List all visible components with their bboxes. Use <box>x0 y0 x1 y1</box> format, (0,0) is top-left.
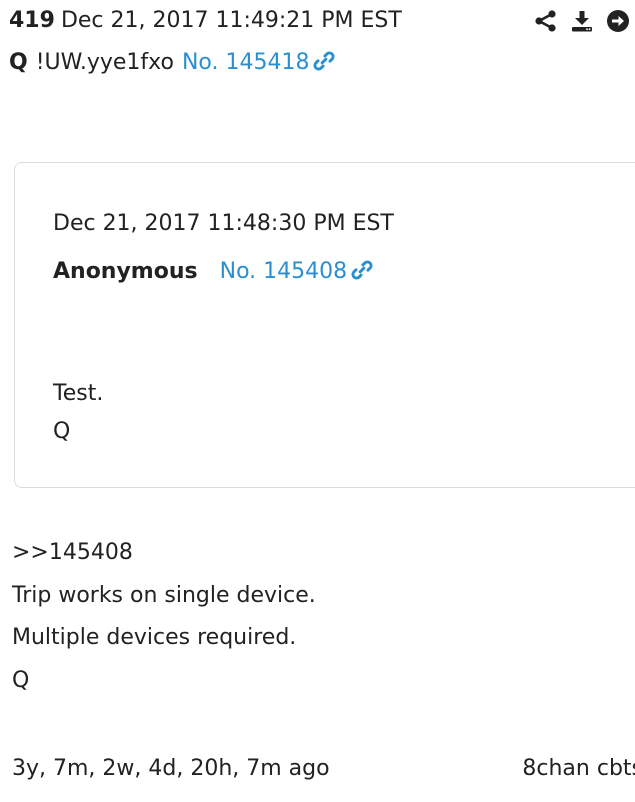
post-card: 419 Dec 21, 2017 11:49:21 PM EST Q !UW.y… <box>0 0 635 802</box>
download-icon[interactable] <box>569 8 595 34</box>
arrow-right-circle-icon[interactable] <box>605 8 631 34</box>
quoted-post-link[interactable]: No. 145408 <box>220 259 374 284</box>
post-source: 8chan cbts <box>522 756 635 781</box>
reply-reference[interactable]: >>145408 <box>12 532 316 575</box>
post-number-link[interactable]: No. 145418 <box>182 50 336 75</box>
quoted-post: Dec 21, 2017 11:48:30 PM EST Anonymous No… <box>14 162 635 488</box>
quoted-body-line: Test. <box>53 381 104 406</box>
quoted-body-line: Q <box>53 419 71 444</box>
share-icon[interactable] <box>533 8 559 34</box>
post-header: 419 Dec 21, 2017 11:49:21 PM EST <box>9 6 402 36</box>
post-elapsed-time: 3y, 7m, 2w, 4d, 20h, 7m ago <box>12 756 330 781</box>
body-line: Q <box>12 667 30 693</box>
post-author-row: Q !UW.yye1fxo No. 145418 <box>9 48 335 81</box>
tripcode: !UW.yye1fxo <box>35 50 174 75</box>
quoted-post-author: Anonymous <box>53 259 198 284</box>
quoted-post-author-row: Anonymous No. 145408 <box>53 257 373 290</box>
link-icon <box>313 50 335 81</box>
post-body: >>145408 Trip works on single device. Mu… <box>12 532 316 702</box>
post-date: Dec 21, 2017 11:49:21 PM EST <box>60 8 402 33</box>
quoted-post-body: Test. Q <box>53 375 103 451</box>
quoted-post-link-text: No. 145408 <box>219 259 348 284</box>
link-icon <box>351 259 373 290</box>
body-line: Trip works on single device. <box>12 582 316 608</box>
quoted-post-date: Dec 21, 2017 11:48:30 PM EST <box>53 211 394 236</box>
author-name: Q <box>9 50 28 75</box>
body-line: Multiple devices required. <box>12 625 297 650</box>
post-actions <box>533 8 631 34</box>
post-number-link-text: No. 145418 <box>181 50 310 75</box>
post-number: 419 <box>9 8 55 33</box>
